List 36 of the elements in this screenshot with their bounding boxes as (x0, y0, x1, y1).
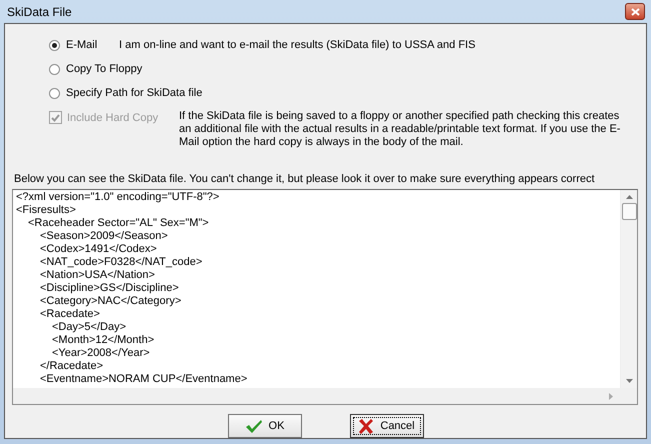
ok-button[interactable]: OK (228, 414, 302, 438)
check-icon (51, 114, 60, 122)
code-line: <Category>NAC</Category> (40, 295, 182, 308)
up-arrow-icon[interactable] (626, 195, 632, 199)
radio-button[interactable]: Specify Path for SkiData file (49, 87, 239, 99)
close-button[interactable] (625, 3, 645, 20)
code-line: <Eventname>NORAM CUP</Eventname> (40, 373, 248, 386)
code-line: <Season>2009</Season> (40, 230, 169, 243)
option-description: I am on-line and want to e-mail the results (SkiData file) to USSA and FIS (119, 39, 476, 51)
code-line: <Fisresults> (16, 204, 77, 217)
scroll-thumb[interactable] (622, 203, 636, 220)
cancel-button[interactable]: Cancel (350, 414, 424, 438)
code-line: <Discipline>GS</Discipline> (40, 282, 180, 295)
code-line: <NAT_code>F0328</NAT_code> (40, 256, 204, 269)
code-line: <Nation>USA</Nation> (40, 269, 156, 282)
code-line: <Racedate> (40, 308, 101, 321)
preview-label: Below you can see the SkiData file. You can't change it, but please look it over to make sure everything appears correct (13, 173, 596, 187)
radio-button[interactable]: E-Mail (49, 39, 119, 51)
right-arrow-icon[interactable] (609, 392, 613, 400)
file-text-area[interactable] (12, 189, 638, 405)
code-line: <Day>5</Day> (52, 321, 127, 334)
code-line: <Codex>1491</Codex> (40, 243, 158, 256)
horizontal-scrollbar[interactable] (13, 388, 637, 404)
x-icon (358, 418, 374, 434)
close-icon (630, 8, 640, 16)
code-line: <Raceheader Sector="AL" Sex="M"> (28, 217, 210, 230)
window-title: SkiData File (6, 4, 72, 18)
code-line: </Racedate> (40, 360, 104, 373)
check-icon (244, 418, 263, 434)
code-line: <Year>2008</Year> (52, 347, 151, 360)
help-text: If the SkiData file is being saved to a floppy or another specified path checking this creates an additional file with the actual results in a readable/printable text format. If you use the E-Mail option the hard copy is always in the body of the mail. (179, 110, 622, 149)
scrollbar[interactable] (620, 190, 637, 388)
code-line: <?xml version="1.0" encoding="UTF-8"?> (16, 191, 220, 204)
radio-button[interactable]: Copy To Floppy (49, 63, 239, 75)
down-arrow-icon[interactable] (626, 379, 632, 383)
code-line: <Month>12</Month> (52, 334, 156, 347)
